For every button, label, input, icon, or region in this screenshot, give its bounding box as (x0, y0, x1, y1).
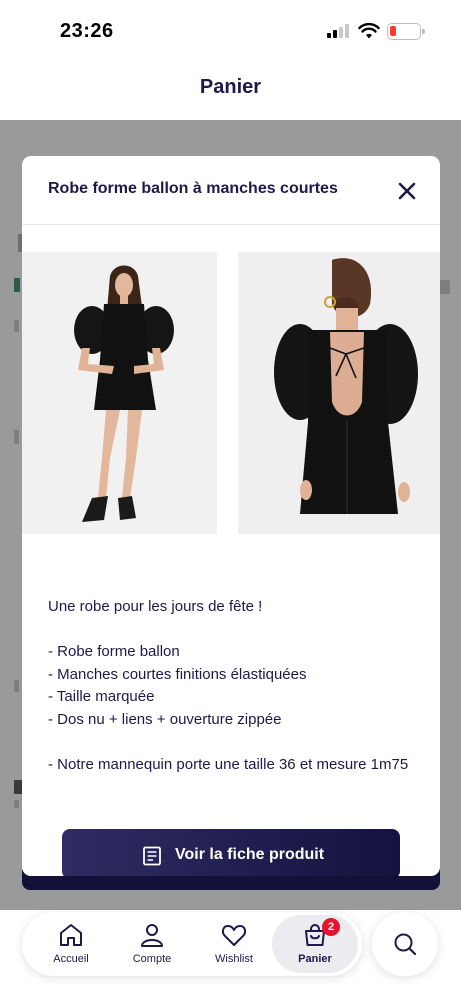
app-header: Panier (0, 62, 461, 120)
tab-compte[interactable]: Compte (111, 912, 193, 976)
status-bar: 23:26 (0, 0, 461, 62)
wifi-icon (358, 22, 380, 39)
heart-icon (221, 925, 247, 946)
tab-label: Accueil (53, 953, 89, 965)
user-icon (141, 924, 163, 947)
modal-header: Robe forme ballon à manches courtes (22, 156, 440, 225)
close-icon[interactable] (394, 178, 420, 204)
description-line: Une robe pour les jours de fête ! (48, 598, 263, 615)
product-photo-back[interactable] (238, 252, 440, 534)
bottom-tab-bar: Accueil Compte Wishlist 2 Panier (22, 912, 362, 976)
page-title: Panier (199, 76, 262, 98)
view-product-label: Voir la fiche produit (175, 846, 325, 863)
battery-icon (387, 23, 425, 40)
view-product-button[interactable]: Voir la fiche produit (62, 829, 400, 876)
home-icon (60, 924, 82, 946)
description-line: - Robe forme ballon (48, 643, 180, 660)
product-modal: Robe forme ballon à manches courtes Une … (22, 156, 440, 876)
product-photo-front[interactable] (22, 252, 217, 534)
product-description: Une robe pour les jours de fête ! - Robe… (48, 596, 418, 776)
tab-label: Compte (132, 953, 172, 965)
document-icon (143, 846, 161, 866)
cart-count-badge: 2 (322, 918, 340, 936)
description-line: - Notre mannequin porte une taille 36 et… (48, 755, 409, 773)
tab-label: Wishlist (215, 953, 253, 965)
tab-panier[interactable]: 2 Panier (270, 912, 360, 976)
description-line: - Taille marquée (48, 688, 155, 705)
tab-label: Panier (298, 953, 332, 965)
description-line: - Manches courtes finitions élastiquées (48, 665, 307, 683)
search-icon (394, 933, 417, 956)
description-line: - Dos nu + liens + ouverture zippée (48, 710, 282, 728)
status-time: 23:26 (60, 20, 114, 42)
cellular-signal-icon (327, 24, 351, 38)
tab-wishlist[interactable]: Wishlist (193, 912, 275, 976)
modal-title: Robe forme ballon à manches courtes (48, 180, 338, 197)
tab-accueil[interactable]: Accueil (30, 912, 112, 976)
search-button[interactable] (372, 912, 438, 976)
